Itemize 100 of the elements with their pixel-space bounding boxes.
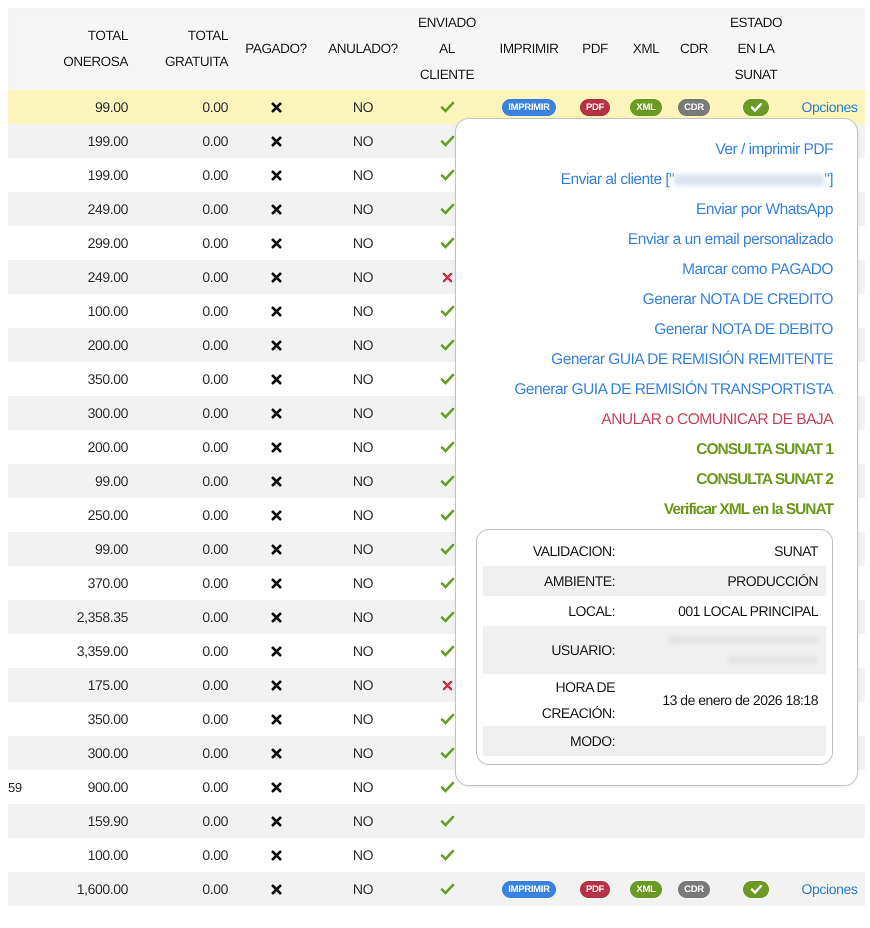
menu-link[interactable]: Enviar al cliente [" "]: [560, 165, 833, 195]
options-link[interactable]: Opciones: [802, 99, 858, 115]
pdf-button[interactable]: PDF: [580, 880, 610, 898]
table-cell: 99.00: [94, 541, 128, 557]
table-cell: NO: [352, 847, 374, 863]
table-cell: NO: [352, 881, 374, 897]
print-button[interactable]: IMPRIMIR: [502, 880, 556, 898]
column-header: PAGADO?: [245, 40, 307, 58]
table-cell: NO: [352, 337, 374, 353]
column-header: CDR: [680, 40, 708, 58]
table-cell: NO: [352, 507, 374, 523]
table-row[interactable]: 59 900.00 0.00 NO: [8, 770, 865, 804]
column-header: TOTAL ONEROSA: [62, 27, 128, 71]
table-cell: 200.00: [88, 337, 128, 353]
table-cell: NO: [352, 439, 374, 455]
table-cell: 0.00: [202, 167, 228, 183]
table-cell: 0.00: [202, 405, 228, 421]
table-cell: 0.00: [202, 881, 228, 897]
table-cell: 159.90: [88, 813, 128, 829]
table-cell: 0.00: [202, 99, 228, 115]
table-cell: NO: [352, 473, 374, 489]
pdf-button[interactable]: PDF: [580, 98, 610, 116]
table-cell: 370.00: [88, 575, 128, 591]
table-cell: 0.00: [202, 201, 228, 217]
table-row[interactable]: 100.00 0.00 NO: [8, 838, 865, 872]
table-cell: 299.00: [88, 235, 128, 251]
table-cell: 300.00: [88, 405, 128, 421]
table-row[interactable]: 159.90 0.00 NO: [8, 804, 865, 838]
table-cell: NO: [352, 133, 374, 149]
table-cell: 0.00: [202, 303, 228, 319]
table-cell: NO: [352, 269, 374, 285]
table-cell: 0.00: [202, 439, 228, 455]
table-cell: 3,359.00: [76, 643, 128, 659]
table-row[interactable]: 99.00 0.00 NO IMPRIMIR PDF XML CDR Opciones: [8, 90, 865, 124]
table-cell: 0.00: [202, 813, 228, 829]
table-cell: 0.00: [202, 677, 228, 693]
table-cell: 100.00: [88, 847, 128, 863]
table-cell: 199.00: [88, 133, 128, 149]
table-cell: 100.00: [88, 303, 128, 319]
table-cell: 0.00: [202, 337, 228, 353]
field-label: USUARIO:: [551, 641, 615, 660]
table-cell: 0.00: [202, 643, 228, 659]
table-cell: NO: [352, 201, 374, 217]
table-cell: NO: [352, 541, 374, 557]
table-cell: 2,358.35: [76, 609, 128, 625]
table-cell: 250.00: [88, 507, 128, 523]
table-cell: 350.00: [88, 371, 128, 387]
field-value: 001 LOCAL PRINCIPAL: [678, 603, 818, 619]
table-cell: 0.00: [202, 779, 228, 795]
column-header: IMPRIMIR: [499, 40, 559, 58]
table-cell: 0.00: [202, 575, 228, 591]
table-cell: NO: [352, 371, 374, 387]
table-cell: NO: [352, 235, 374, 251]
column-header: ANULADO?: [328, 40, 398, 58]
table-cell: 99.00: [94, 473, 128, 489]
table-cell: 0.00: [202, 371, 228, 387]
table-cell: 59: [8, 780, 22, 794]
table-cell: 0.00: [202, 711, 228, 727]
field-value: SUNAT: [774, 543, 818, 559]
cdr-button[interactable]: CDR: [678, 98, 710, 116]
menu-link[interactable]: Enviar por WhatsApp: [696, 195, 833, 225]
table-cell: 1,600.00: [76, 881, 128, 897]
column-header: ENVIADO AL CLIENTE: [417, 14, 477, 84]
table-cell: 249.00: [88, 201, 128, 217]
table-cell: NO: [352, 677, 374, 693]
table-cell: NO: [352, 609, 374, 625]
table-row[interactable]: 1,600.00 0.00 NO IMPRIMIR PDF XML CDR Opciones: [8, 872, 865, 906]
table-cell: 300.00: [88, 745, 128, 761]
table-cell: 0.00: [202, 507, 228, 523]
table-cell: 0.00: [202, 133, 228, 149]
field-label: LOCAL:: [568, 602, 615, 621]
table-cell: 0.00: [202, 235, 228, 251]
column-header: ESTADO EN LA SUNAT: [728, 14, 784, 84]
table-cell: 175.00: [88, 677, 128, 693]
table-cell: 200.00: [88, 439, 128, 455]
field-value: PRODUCCIÓN: [727, 573, 818, 589]
field-label: AMBIENTE:: [544, 572, 615, 591]
menu-link[interactable]: Enviar a un email personalizado: [628, 225, 833, 255]
table-cell: 0.00: [202, 745, 228, 761]
table-cell: 350.00: [88, 711, 128, 727]
column-header: XML: [632, 40, 660, 58]
table-cell: 99.00: [94, 99, 128, 115]
print-button[interactable]: IMPRIMIR: [502, 98, 556, 116]
table-cell: NO: [352, 167, 374, 183]
table-cell: 900.00: [88, 779, 128, 795]
cdr-button[interactable]: CDR: [678, 880, 710, 898]
table-cell: NO: [352, 575, 374, 591]
table-cell: NO: [352, 813, 374, 829]
column-header: PDF: [582, 40, 608, 58]
table-cell: NO: [352, 405, 374, 421]
column-header: TOTAL GRATUITA: [164, 27, 228, 71]
table-cell: 249.00: [88, 269, 128, 285]
table-cell: NO: [352, 303, 374, 319]
table-cell: 0.00: [202, 541, 228, 557]
table-cell: 0.00: [202, 473, 228, 489]
table-cell: NO: [352, 711, 374, 727]
table-cell: 0.00: [202, 269, 228, 285]
table-cell: NO: [352, 99, 374, 115]
table-cell: NO: [352, 643, 374, 659]
options-link[interactable]: Opciones: [802, 881, 858, 897]
